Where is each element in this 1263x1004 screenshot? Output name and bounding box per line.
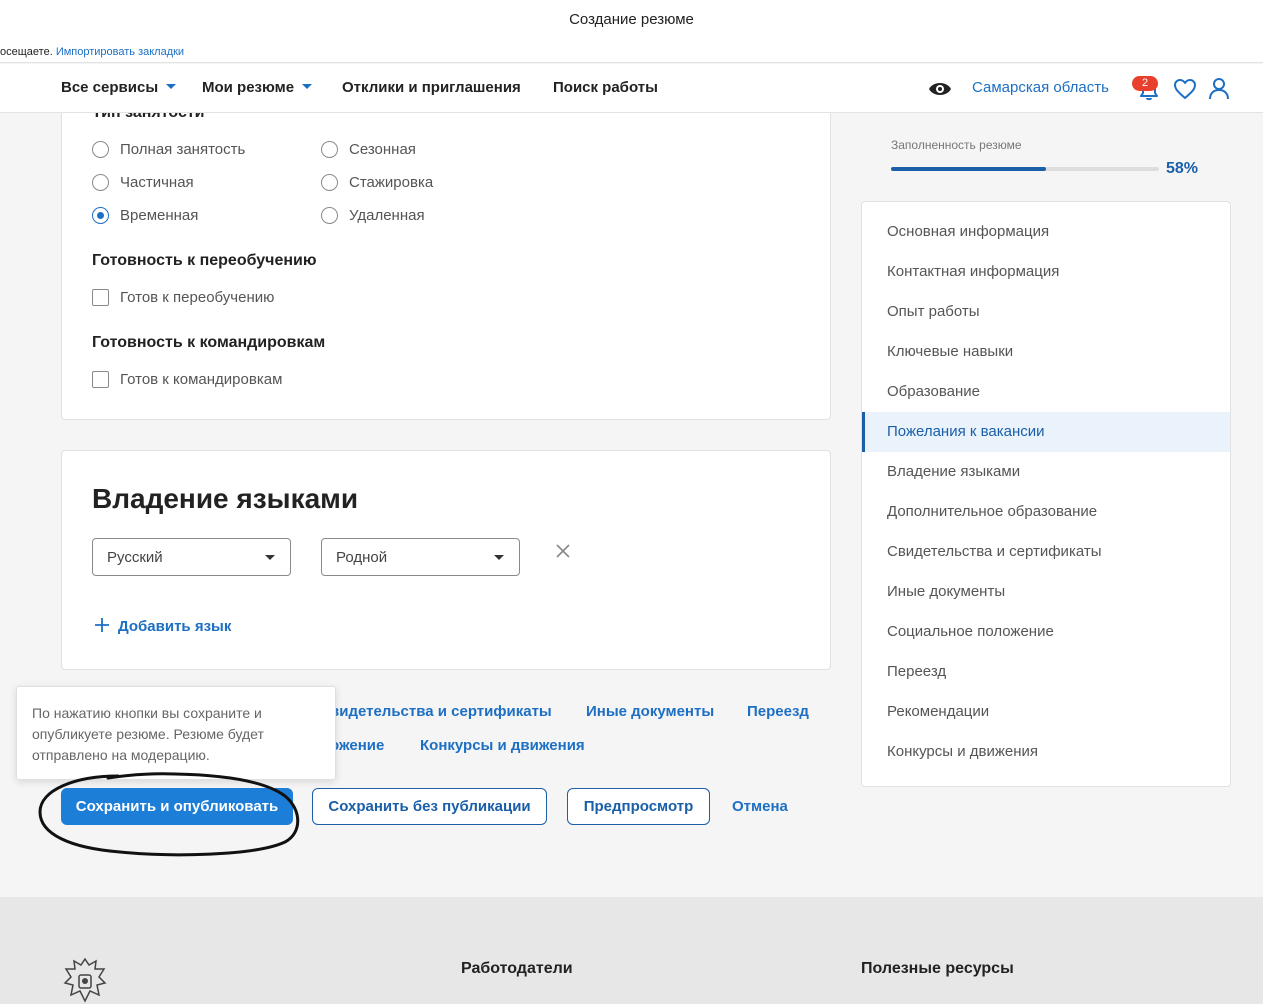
add-language-button[interactable]: Добавить язык: [94, 617, 231, 635]
radio-internship-label: Стажировка: [349, 174, 434, 191]
sidebar-item[interactable]: Образование: [862, 372, 1230, 412]
business-trips-checkbox-label: Готов к командировкам: [120, 371, 283, 388]
sidebar-item[interactable]: Конкурсы и движения: [862, 732, 1230, 772]
sidebar-item[interactable]: Пожелания к вакансии: [862, 412, 1230, 452]
progress-label: Заполненность резюме: [891, 138, 1022, 152]
plus-icon: [95, 618, 109, 632]
section-link-social[interactable]: ожение: [330, 737, 384, 754]
close-icon[interactable]: [555, 543, 571, 559]
sidebar-item[interactable]: Опыт работы: [862, 292, 1230, 332]
section-link-contests[interactable]: Конкурсы и движения: [420, 737, 585, 754]
sidebar-item[interactable]: Рекомендации: [862, 692, 1230, 732]
heart-icon[interactable]: [1173, 78, 1197, 100]
nav-all-services-label: Все сервисы: [61, 79, 159, 96]
sidebar-item[interactable]: Основная информация: [862, 212, 1230, 252]
progress-percent: 58%: [1166, 160, 1199, 177]
publish-tooltip: По нажатию кнопки вы сохраните и опублик…: [16, 686, 336, 780]
employment-title-clip: Тип занятости: [61, 113, 831, 127]
sidebar-item[interactable]: Свидетельства и сертификаты: [862, 532, 1230, 572]
dropdown-arrow-icon: [494, 555, 504, 560]
sidebar-item[interactable]: Владение языками: [862, 452, 1230, 492]
nav-responses[interactable]: Отклики и приглашения: [342, 79, 521, 96]
radio-temporary[interactable]: [92, 207, 109, 224]
section-link-certificates[interactable]: видетельства и сертификаты: [330, 703, 552, 720]
window-title: Создание резюме: [0, 0, 1263, 42]
section-link-other-docs[interactable]: Иные документы: [586, 703, 714, 720]
retraining-checkbox[interactable]: [92, 289, 109, 306]
region-selector[interactable]: Самарская область: [972, 79, 1109, 96]
resume-sections-nav: Основная информация Контактная информация…: [861, 201, 1231, 787]
eye-icon[interactable]: [928, 79, 952, 99]
sidebar-item[interactable]: Социальное положение: [862, 612, 1230, 652]
language-level-select[interactable]: Родной: [321, 538, 520, 576]
bookmarks-prefix: осещаете.: [0, 46, 53, 58]
sidebar-item[interactable]: Ключевые навыки: [862, 332, 1230, 372]
language-level-select-value: Родной: [336, 549, 388, 566]
chevron-down-icon: [166, 84, 177, 89]
footer-resources-heading: Полезные ресурсы: [861, 960, 1014, 977]
radio-remote[interactable]: [321, 207, 338, 224]
user-icon[interactable]: [1208, 77, 1230, 101]
sidebar-item[interactable]: Контактная информация: [862, 252, 1230, 292]
languages-title: Владение языками: [92, 483, 359, 514]
add-language-label: Добавить язык: [118, 618, 232, 635]
language-select-value: Русский: [107, 549, 163, 566]
chevron-down-icon: [302, 84, 313, 89]
bookmarks-bar: осещаете. Импортировать закладки: [0, 42, 1263, 63]
progress-bar: [891, 167, 1159, 171]
import-bookmarks-link[interactable]: Импортировать закладки: [56, 46, 184, 58]
radio-temporary-label: Временная: [120, 207, 199, 224]
radio-seasonal-label: Сезонная: [349, 141, 416, 158]
save-without-publish-button[interactable]: Сохранить без публикации: [312, 788, 547, 825]
cancel-button[interactable]: Отмена: [732, 798, 788, 815]
sidebar-item[interactable]: Дополнительное образование: [862, 492, 1230, 532]
nav-all-services[interactable]: Все сервисы: [61, 79, 177, 96]
progress-fill: [891, 167, 1047, 171]
radio-remote-label: Удаленная: [349, 207, 425, 224]
radio-full-time[interactable]: [92, 141, 109, 158]
retraining-checkbox-label: Готов к переобучению: [120, 289, 275, 306]
notifications-badge: 2: [1132, 76, 1158, 91]
radio-full-time-label: Полная занятость: [120, 141, 246, 158]
radio-internship[interactable]: [321, 174, 338, 191]
radio-part-time[interactable]: [92, 174, 109, 191]
radio-part-time-label: Частичная: [120, 174, 194, 191]
coat-of-arms-logo: [63, 957, 107, 1003]
nav-my-resumes[interactable]: Мои резюме: [202, 79, 313, 96]
top-nav: Все сервисы Мои резюме Отклики и приглаш…: [0, 64, 1263, 113]
footer-employers-heading: Работодатели: [461, 960, 573, 977]
employment-title: Тип занятости: [92, 113, 205, 122]
nav-job-search[interactable]: Поиск работы: [553, 79, 658, 96]
section-link-relocation[interactable]: Переезд: [747, 703, 809, 720]
sidebar-item[interactable]: Переезд: [862, 652, 1230, 692]
business-trips-checkbox[interactable]: [92, 371, 109, 388]
retraining-title: Готовность к переобучению: [92, 252, 317, 269]
footer: Работодатели Полезные ресурсы: [0, 897, 1263, 1004]
sidebar-item[interactable]: Иные документы: [862, 572, 1230, 612]
save-and-publish-button[interactable]: Сохранить и опубликовать: [61, 788, 293, 825]
preview-button[interactable]: Предпросмотр: [567, 788, 710, 825]
dropdown-arrow-icon: [265, 555, 275, 560]
radio-seasonal[interactable]: [321, 141, 338, 158]
business-trips-title: Готовность к командировкам: [92, 334, 326, 351]
language-select[interactable]: Русский: [92, 538, 291, 576]
nav-my-resumes-label: Мои резюме: [202, 79, 295, 96]
